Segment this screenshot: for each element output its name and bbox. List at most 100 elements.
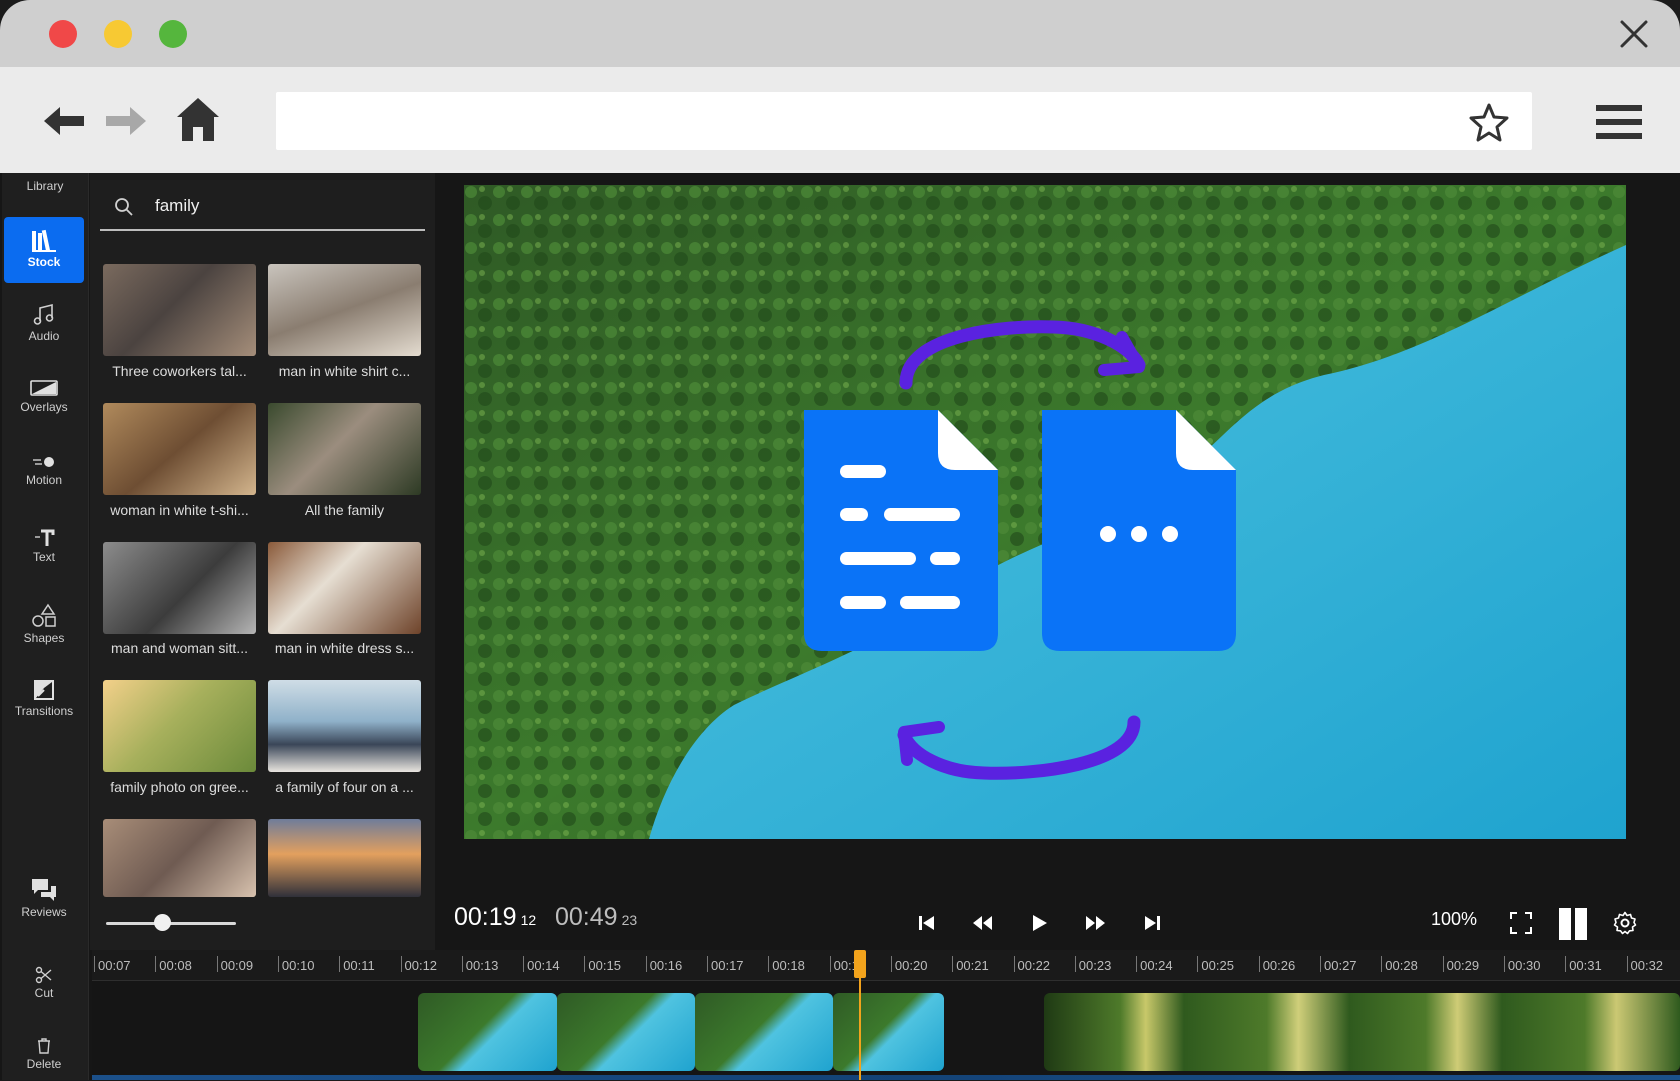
thumbnail-size-slider[interactable] xyxy=(106,922,236,925)
search-input[interactable]: family xyxy=(100,183,425,231)
timeline-tick: 00:17 xyxy=(707,956,744,973)
rewind-icon[interactable] xyxy=(970,911,994,935)
current-frame-value: 12 xyxy=(520,912,537,928)
current-time-value: 00:19 xyxy=(454,903,517,931)
stock-caption: man in white shirt c... xyxy=(278,363,411,379)
timeline-tick: 00:08 xyxy=(155,956,192,973)
timeline-tick: 00:24 xyxy=(1136,956,1173,973)
stock-caption: woman in white t-shi... xyxy=(110,502,249,518)
total-frame-value: 23 xyxy=(621,912,638,928)
skip-to-end-icon[interactable] xyxy=(1141,911,1165,935)
sidebar-item-reviews[interactable]: Reviews xyxy=(4,865,84,931)
stock-thumbnail[interactable] xyxy=(103,680,256,772)
trash-icon xyxy=(38,1038,50,1054)
video-preview[interactable] xyxy=(464,185,1626,839)
thumbnail-size-slider-handle[interactable] xyxy=(154,914,171,931)
stock-caption: man in white dress s... xyxy=(274,640,415,656)
current-time: 00:19 12 xyxy=(454,903,536,932)
stock-thumbnail[interactable] xyxy=(268,542,421,634)
timeline-tick: 00:23 xyxy=(1074,956,1112,973)
back-arrow-icon[interactable] xyxy=(40,97,88,145)
sidebar-item-label: Text xyxy=(32,550,55,564)
transitions-icon xyxy=(34,680,54,700)
sidebar-item-motion[interactable]: Motion xyxy=(4,441,84,507)
stock-thumbnail[interactable] xyxy=(103,403,256,495)
timeline-ruler[interactable]: 00:07 00:08 00:09 00:10 00:11 00:12 00:13 00:14… xyxy=(92,950,1680,981)
close-icon[interactable] xyxy=(1616,16,1652,52)
music-note-icon xyxy=(33,303,54,325)
video-clip[interactable] xyxy=(557,993,695,1071)
motion-icon xyxy=(33,457,54,467)
zoom-level[interactable]: 100% xyxy=(1431,909,1477,930)
timeline-tick: 00:30 xyxy=(1503,956,1541,973)
timeline-tick: 00:22 xyxy=(1013,956,1051,973)
stock-thumbnail[interactable] xyxy=(268,680,421,772)
video-clip[interactable] xyxy=(1044,993,1680,1071)
timeline-tick: 00:07 xyxy=(94,956,131,973)
cut-button[interactable]: Cut xyxy=(4,954,84,1014)
stock-thumbnail[interactable] xyxy=(103,819,256,897)
video-clip[interactable] xyxy=(833,993,944,1071)
shapes-icon xyxy=(32,603,56,627)
sidebar-item-text[interactable]: Text xyxy=(4,516,84,582)
timeline-tick: 00:27 xyxy=(1320,956,1357,973)
skip-to-start-icon[interactable] xyxy=(914,911,938,935)
timeline-tick: 00:09 xyxy=(216,956,254,973)
chat-bubbles-icon xyxy=(32,879,56,901)
sidebar-item-stock[interactable]: Stock xyxy=(4,217,84,283)
sidebar-item-label: Shapes xyxy=(23,631,65,645)
books-icon xyxy=(32,229,56,252)
home-icon[interactable] xyxy=(174,95,222,143)
stock-thumbnail[interactable] xyxy=(268,403,421,495)
scissors-icon xyxy=(35,966,52,984)
timeline-tracks[interactable] xyxy=(92,981,1680,1080)
delete-button[interactable]: Delete xyxy=(4,1025,84,1081)
stock-caption: a family of four on a ... xyxy=(275,779,414,795)
zoom-dot[interactable] xyxy=(159,20,187,48)
player-controls: 00:19 12 00:49 23 100% xyxy=(440,893,1680,950)
stock-thumbnail[interactable] xyxy=(103,542,256,634)
star-icon[interactable] xyxy=(1468,102,1510,144)
settings-gear-icon[interactable] xyxy=(1613,911,1637,935)
preview-canvas xyxy=(464,185,1626,839)
library-sidebar: Library Stock Audio Overlays Motion Text… xyxy=(2,173,89,950)
search-query: family xyxy=(155,196,200,215)
stock-thumbnail[interactable] xyxy=(103,264,256,356)
stock-thumbnail[interactable] xyxy=(268,819,421,897)
fast-forward-icon[interactable] xyxy=(1084,911,1108,935)
split-view-icon[interactable] xyxy=(1558,907,1588,941)
search-icon xyxy=(115,198,133,216)
timeline-tick: 00:25 xyxy=(1197,956,1234,973)
close-dot[interactable] xyxy=(49,20,77,48)
timeline-tick: 00:21 xyxy=(952,956,989,973)
stock-caption: man and woman sitt... xyxy=(111,640,248,656)
fullscreen-icon[interactable] xyxy=(1509,911,1533,935)
browser-toolbar xyxy=(0,67,1680,173)
forward-arrow-icon[interactable] xyxy=(102,97,150,145)
sidebar-item-shapes[interactable]: Shapes xyxy=(4,591,84,657)
timeline-tick: 00:10 xyxy=(277,956,315,973)
play-icon[interactable] xyxy=(1027,911,1051,935)
document-ellipsis-icon xyxy=(1042,410,1236,651)
timeline-tick: 00:11 xyxy=(339,956,375,973)
sidebar-item-transitions[interactable]: Transitions xyxy=(4,666,84,732)
playhead[interactable] xyxy=(859,950,861,1080)
sidebar-item-label: Transitions xyxy=(14,704,74,718)
address-bar[interactable] xyxy=(276,92,1532,150)
audio-waveform xyxy=(92,1075,1680,1080)
minimize-dot[interactable] xyxy=(104,20,132,48)
hamburger-menu-icon[interactable] xyxy=(1596,103,1642,141)
total-time-value: 00:49 xyxy=(555,903,618,931)
stock-thumbnail[interactable] xyxy=(268,264,421,356)
window-titlebar xyxy=(0,0,1680,67)
sidebar-item-label: Overlays xyxy=(20,400,68,414)
video-clip[interactable] xyxy=(418,993,557,1071)
timeline-tick: 00:26 xyxy=(1258,956,1296,973)
timeline-tick: 00:14 xyxy=(523,956,560,973)
timeline-tick: 00:16 xyxy=(645,956,683,973)
sidebar-item-overlays[interactable]: Overlays xyxy=(4,366,84,432)
timeline-tick: 00:20 xyxy=(890,956,928,973)
video-clip[interactable] xyxy=(695,993,833,1071)
sidebar-item-audio[interactable]: Audio xyxy=(4,291,84,357)
cut-label: Cut xyxy=(34,986,54,1000)
